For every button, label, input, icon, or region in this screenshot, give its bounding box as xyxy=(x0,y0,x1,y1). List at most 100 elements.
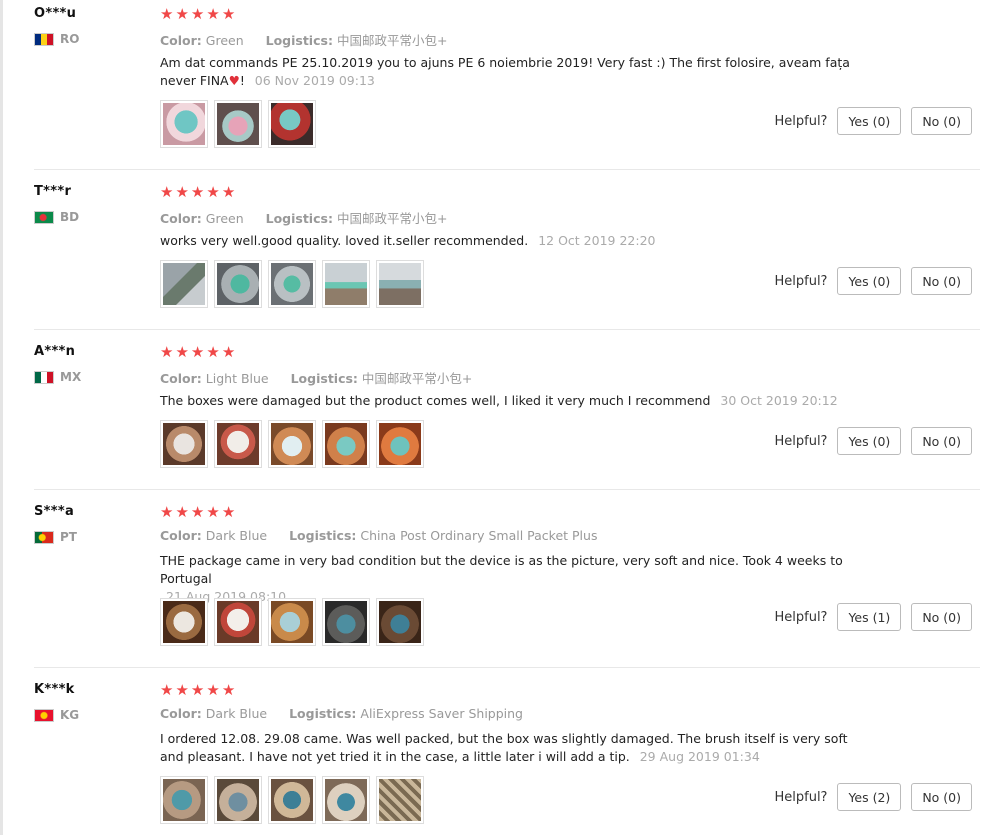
logistics-label: Logistics: xyxy=(289,528,357,543)
helpful-label: Helpful? xyxy=(774,609,828,625)
left-border xyxy=(0,0,3,835)
helpful-box: Helpful? Yes (0) No (0) xyxy=(774,267,972,295)
logistics-label: Logistics: xyxy=(290,371,358,386)
review-photo[interactable] xyxy=(160,598,208,646)
review-photo[interactable] xyxy=(160,100,208,148)
review-photo[interactable] xyxy=(376,420,424,468)
review-meta: Color: Light Blue Logistics: 中国邮政平常小包+ xyxy=(160,368,472,387)
star-icon: ★ xyxy=(206,681,220,699)
color-label: Color: xyxy=(160,211,202,226)
reviewer-name: K***k xyxy=(34,682,75,697)
review-item: S***a PT ★ ★ ★ ★ ★ Color: Dark Blue Logistic… xyxy=(34,498,980,668)
review-photo[interactable] xyxy=(322,776,370,824)
review-photo[interactable] xyxy=(268,100,316,148)
reviewer-name: T***r xyxy=(34,184,72,199)
helpful-label: Helpful? xyxy=(774,113,828,129)
yes-button[interactable]: Yes (1) xyxy=(837,603,902,631)
review-photos xyxy=(160,100,316,148)
review-meta: Color: Dark Blue Logistics: AliExpress S… xyxy=(160,706,523,721)
color-label: Color: xyxy=(160,33,202,48)
logistics-value: 中国邮政平常小包+ xyxy=(336,33,448,48)
review-text-block: The boxes were damaged but the product c… xyxy=(160,392,860,410)
review-photo[interactable] xyxy=(268,260,316,308)
flag-pt-icon xyxy=(34,530,54,544)
yes-button[interactable]: Yes (2) xyxy=(837,783,902,811)
star-icon: ★ xyxy=(175,503,189,521)
reviewer-country: PT xyxy=(34,530,77,544)
no-button[interactable]: No (0) xyxy=(911,267,972,295)
star-icon: ★ xyxy=(160,5,174,23)
heart-icon: ♥ xyxy=(228,73,240,88)
review-photos xyxy=(160,776,424,824)
review-photo[interactable] xyxy=(214,598,262,646)
reviewer-country: BD xyxy=(34,210,79,224)
review-text-block: Am dat commands PE 25.10.2019 you to aju… xyxy=(160,55,850,88)
review-photo[interactable] xyxy=(322,260,370,308)
review-photo[interactable] xyxy=(322,598,370,646)
review-item: K***k KG ★ ★ ★ ★ ★ Color: Dark Blue Logistic… xyxy=(34,676,980,835)
star-rating: ★ ★ ★ ★ ★ xyxy=(160,344,235,360)
reviewer-country: MX xyxy=(34,370,81,384)
yes-button[interactable]: Yes (0) xyxy=(837,427,902,455)
review-date: 30 Oct 2019 20:12 xyxy=(720,393,838,408)
review-date: 29 Aug 2019 01:34 xyxy=(639,749,760,764)
star-icon: ★ xyxy=(221,343,236,361)
reviewer-name: S***a xyxy=(34,504,75,519)
reviewer-country: KG xyxy=(34,708,79,722)
star-icon: ★ xyxy=(206,343,220,361)
helpful-box: Helpful? Yes (0) No (0) xyxy=(774,427,972,455)
star-icon: ★ xyxy=(175,681,189,699)
review-photo[interactable] xyxy=(214,776,262,824)
review-text: works very well.good quality. loved it.s… xyxy=(160,233,529,248)
star-icon: ★ xyxy=(206,503,220,521)
review-photo[interactable] xyxy=(160,260,208,308)
review-item: T***r BD ★ ★ ★ ★ ★ Color: Green Logistics: 中… xyxy=(34,178,980,330)
review-photo[interactable] xyxy=(214,100,262,148)
no-button[interactable]: No (0) xyxy=(911,603,972,631)
star-icon: ★ xyxy=(160,343,174,361)
color-label: Color: xyxy=(160,371,202,386)
helpful-label: Helpful? xyxy=(774,433,828,449)
country-code: RO xyxy=(60,32,80,46)
review-photo[interactable] xyxy=(268,776,316,824)
review-date: 06 Nov 2019 09:13 xyxy=(254,73,375,88)
review-photo[interactable] xyxy=(160,420,208,468)
color-label: Color: xyxy=(160,528,202,543)
star-icon: ★ xyxy=(160,183,174,201)
review-photos xyxy=(160,420,424,468)
review-photo[interactable] xyxy=(160,776,208,824)
star-icon: ★ xyxy=(221,183,236,201)
review-photo[interactable] xyxy=(268,420,316,468)
flag-bd-icon xyxy=(34,210,54,224)
review-text-block: works very well.good quality. loved it.s… xyxy=(160,232,860,250)
helpful-box: Helpful? Yes (2) No (0) xyxy=(774,783,972,811)
review-photo[interactable] xyxy=(214,420,262,468)
star-icon: ★ xyxy=(221,5,236,23)
review-meta: Color: Dark Blue Logistics: China Post O… xyxy=(160,528,597,543)
logistics-label: Logistics: xyxy=(289,706,357,721)
review-photo[interactable] xyxy=(376,260,424,308)
color-value: Green xyxy=(205,211,244,226)
helpful-label: Helpful? xyxy=(774,789,828,805)
yes-button[interactable]: Yes (0) xyxy=(837,267,902,295)
flag-kg-icon xyxy=(34,708,54,722)
star-icon: ★ xyxy=(190,343,205,361)
yes-button[interactable]: Yes (0) xyxy=(837,107,902,135)
logistics-value: 中国邮政平常小包+ xyxy=(361,371,473,386)
reviewer-name: A***n xyxy=(34,344,76,359)
no-button[interactable]: No (0) xyxy=(911,107,972,135)
star-icon: ★ xyxy=(190,183,205,201)
no-button[interactable]: No (0) xyxy=(911,427,972,455)
review-photo[interactable] xyxy=(376,598,424,646)
review-photo[interactable] xyxy=(268,598,316,646)
review-photo[interactable] xyxy=(214,260,262,308)
review-photo[interactable] xyxy=(322,420,370,468)
review-photo[interactable] xyxy=(376,776,424,824)
review-meta: Color: Green Logistics: 中国邮政平常小包+ xyxy=(160,208,447,227)
no-button[interactable]: No (0) xyxy=(911,783,972,811)
logistics-label: Logistics: xyxy=(265,33,333,48)
country-code: BD xyxy=(60,210,80,224)
star-icon: ★ xyxy=(175,183,189,201)
logistics-value: China Post Ordinary Small Packet Plus xyxy=(360,528,598,543)
flag-ro-icon xyxy=(34,32,54,46)
